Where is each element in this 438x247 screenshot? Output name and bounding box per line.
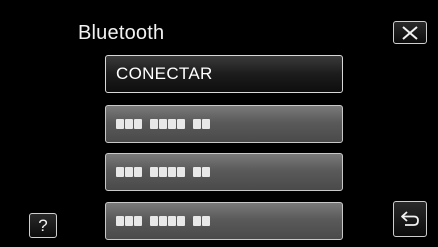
connect-label: CONECTAR [116, 64, 213, 83]
masked-device-name [116, 167, 210, 177]
masked-device-name [116, 119, 210, 129]
bluetooth-screen: Bluetooth CONECTAR ? [0, 0, 438, 247]
paired-device-item-1[interactable] [105, 105, 343, 143]
close-icon [402, 25, 418, 40]
close-button[interactable] [393, 21, 427, 44]
return-arrow-icon [401, 211, 419, 226]
paired-device-item-3[interactable] [105, 202, 343, 240]
help-label: ? [38, 216, 48, 235]
page-title: Bluetooth [78, 22, 165, 44]
connect-button[interactable]: CONECTAR [105, 55, 343, 93]
masked-device-name [116, 216, 210, 226]
back-button[interactable] [393, 201, 427, 237]
paired-device-item-2[interactable] [105, 153, 343, 191]
help-button[interactable]: ? [29, 213, 57, 238]
